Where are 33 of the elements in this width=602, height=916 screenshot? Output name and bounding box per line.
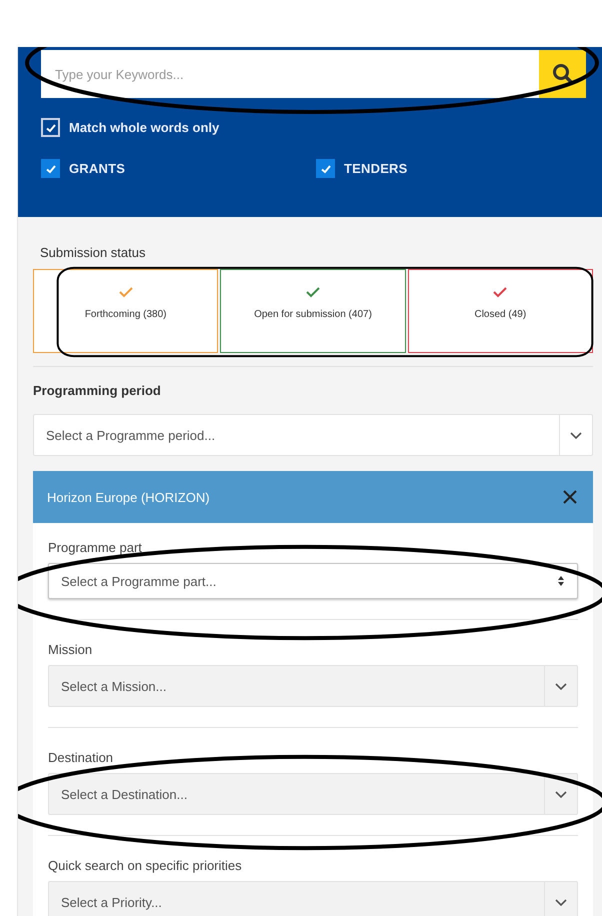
checkbox[interactable] xyxy=(316,159,335,178)
status-filter[interactable]: Closed (49) xyxy=(408,269,593,353)
select-field[interactable]: Select a Mission... xyxy=(48,665,578,707)
chevron-down-icon xyxy=(570,432,582,438)
close-icon xyxy=(563,490,577,504)
chevron-down-icon xyxy=(555,682,567,690)
status-filter[interactable]: Open for submission (407) xyxy=(220,269,406,353)
select-field[interactable]: Select a Priority... xyxy=(48,881,578,916)
select-field[interactable]: Select a Programme part... xyxy=(48,563,578,599)
select-field[interactable]: Select a Programme period... xyxy=(33,414,593,456)
close-button[interactable] xyxy=(561,488,579,506)
field-label: Destination xyxy=(48,750,114,765)
checkbox-label: GRANTS xyxy=(69,161,126,176)
field-label: Mission xyxy=(48,642,94,657)
checkbox-label: TENDERS xyxy=(344,161,408,176)
section-title: Submission status xyxy=(40,245,146,260)
search-button[interactable] xyxy=(539,50,586,98)
up-down-arrows-icon xyxy=(557,575,565,587)
chevron-down-icon xyxy=(555,790,567,798)
programme-title: Horizon Europe (HORIZON) xyxy=(47,490,210,504)
checkmark-icon xyxy=(44,122,56,134)
field-label: Quick search on specific priorities xyxy=(48,858,243,873)
checkbox-label: Match whole words only xyxy=(69,120,220,135)
checkmark-icon xyxy=(320,162,332,174)
status-filter[interactable]: Forthcoming (380) xyxy=(33,269,218,353)
checkmark-icon xyxy=(44,162,56,174)
checkbox[interactable] xyxy=(41,159,60,178)
field-label: Programme part xyxy=(48,540,143,555)
section-title: Programming period xyxy=(33,383,162,398)
chevron-down-icon xyxy=(555,898,567,906)
select-field[interactable]: Select a Destination... xyxy=(48,773,578,815)
checkbox[interactable] xyxy=(41,118,60,137)
search-field[interactable]: Type your Keywords... xyxy=(41,50,539,98)
